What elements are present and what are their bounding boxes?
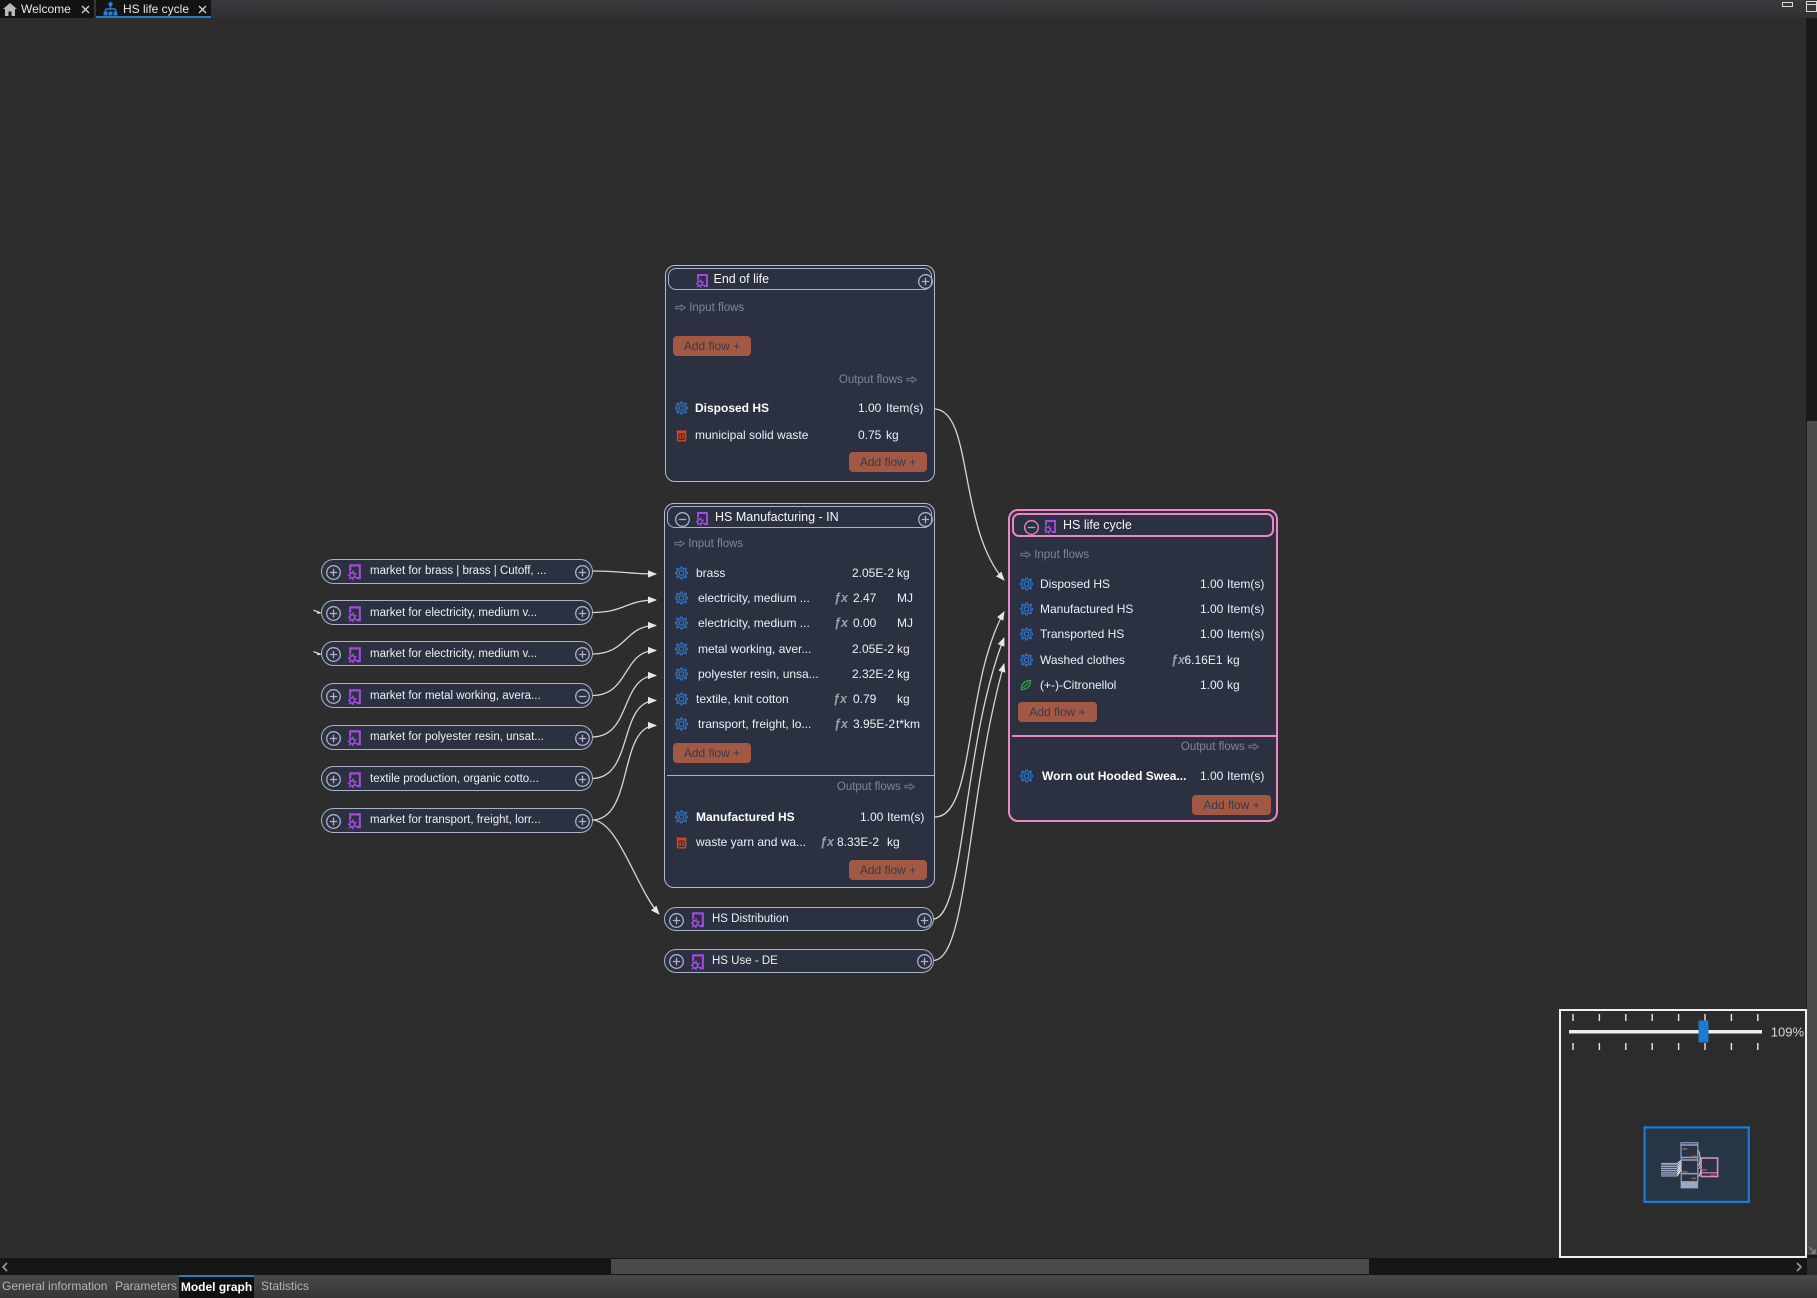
svg-text:109%: 109% bbox=[1771, 1025, 1805, 1040]
